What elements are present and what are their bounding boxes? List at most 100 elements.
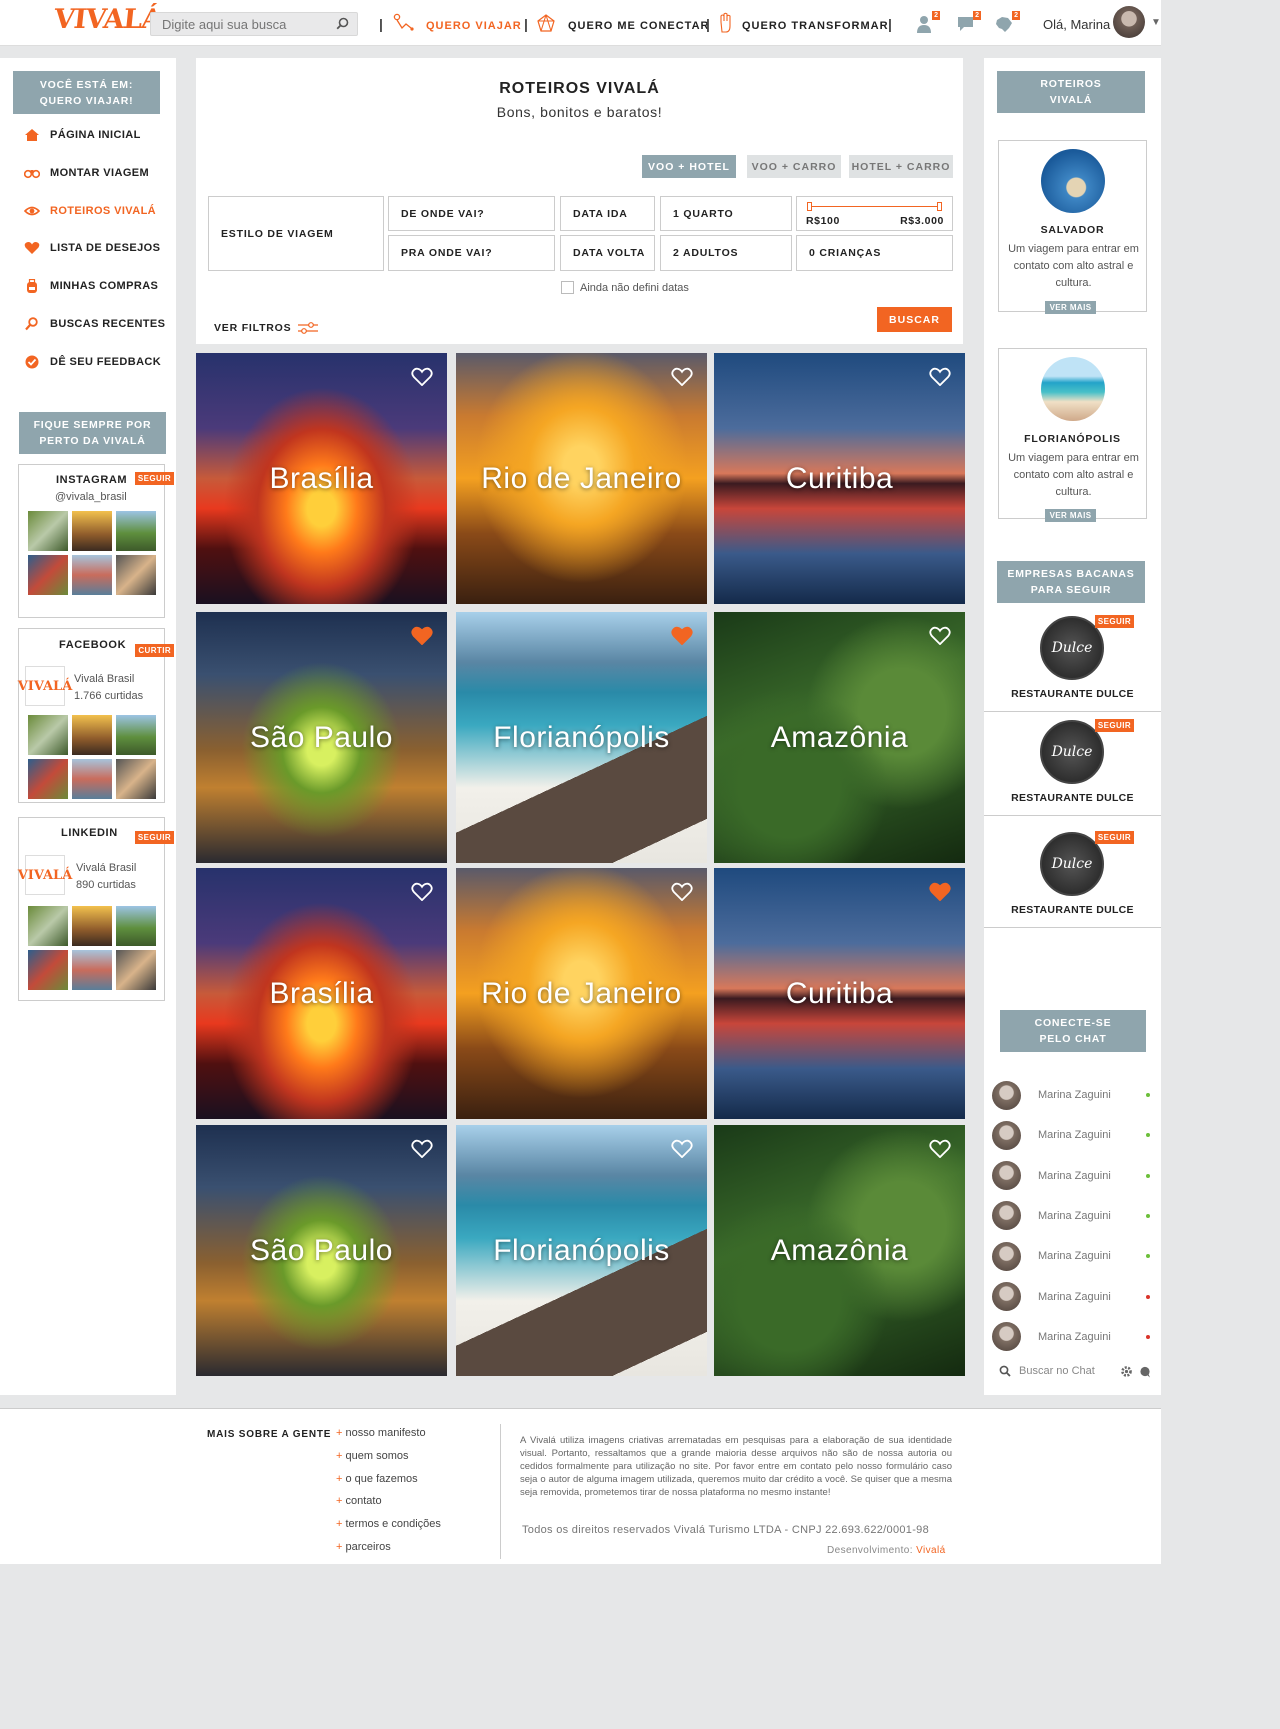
linkedin-page-name[interactable]: Vivalá Brasil bbox=[76, 860, 136, 877]
tab-voo-carro[interactable]: VOO + CARRO bbox=[747, 155, 841, 178]
destination-tile[interactable]: Brasília bbox=[196, 868, 447, 1119]
destination-tile[interactable]: Rio de Janeiro bbox=[456, 353, 707, 604]
heart-outline-icon[interactable] bbox=[929, 366, 951, 386]
filters-link[interactable]: VER FILTROS bbox=[214, 322, 319, 334]
heart-outline-icon[interactable] bbox=[929, 1138, 951, 1158]
sidebar-item-minhas-compras[interactable]: MINHAS COMPRAS bbox=[24, 279, 158, 293]
photo-thumbnail[interactable] bbox=[28, 906, 68, 946]
footer-link[interactable]: + nosso manifesto bbox=[336, 1427, 426, 1439]
chevron-down-icon[interactable]: ▼ bbox=[1151, 17, 1161, 28]
photo-thumbnail[interactable] bbox=[116, 950, 156, 990]
route-card-salvador[interactable]: SALVADOR Um viagem para entrar em contat… bbox=[998, 140, 1147, 314]
chat-search[interactable]: Buscar no Chat bbox=[999, 1365, 1095, 1377]
return-date-field[interactable]: DATA VOLTA bbox=[560, 235, 655, 271]
destination-tile[interactable]: Amazônia bbox=[714, 1125, 965, 1376]
photo-thumbnail[interactable] bbox=[72, 950, 112, 990]
footer-link[interactable]: + termos e condições bbox=[336, 1518, 441, 1530]
chat-user-row[interactable]: Marina Zaguini bbox=[992, 1320, 1152, 1354]
destination-tile[interactable]: Curitiba bbox=[714, 868, 965, 1119]
facebook-page-name[interactable]: Vivalá Brasil bbox=[74, 671, 134, 688]
chat-user-row[interactable]: Marina Zaguini bbox=[992, 1199, 1152, 1233]
sidebar-item-lista-de-desejos[interactable]: LISTA DE DESEJOS bbox=[24, 241, 160, 255]
photo-thumbnail[interactable] bbox=[28, 555, 68, 595]
nav-quero-viajar[interactable]: QUERO VIAJAR bbox=[426, 20, 522, 32]
photo-thumbnail[interactable] bbox=[116, 511, 156, 551]
photo-thumbnail[interactable] bbox=[116, 555, 156, 595]
photo-thumbnail[interactable] bbox=[72, 759, 112, 799]
travel-style-field[interactable]: ESTILO DE VIAGEM bbox=[208, 196, 384, 271]
photo-thumbnail[interactable] bbox=[72, 906, 112, 946]
destination-tile[interactable]: Florianópolis bbox=[456, 1125, 707, 1376]
destination-tile[interactable]: São Paulo bbox=[196, 1125, 447, 1376]
heart-filled-icon[interactable] bbox=[671, 625, 693, 645]
company-card[interactable]: Dulce SEGUIR RESTAURANTE DULCE bbox=[984, 608, 1161, 712]
ver-mais-button[interactable]: VER MAIS bbox=[1045, 509, 1096, 522]
slider-handle-min[interactable] bbox=[807, 202, 812, 211]
heart-outline-icon[interactable] bbox=[929, 625, 951, 645]
company-card[interactable]: Dulce SEGUIR RESTAURANTE DULCE bbox=[984, 712, 1161, 816]
sidebar-item-montar-viagem[interactable]: MONTAR VIAGEM bbox=[24, 166, 149, 180]
heart-outline-icon[interactable] bbox=[671, 1138, 693, 1158]
linkedin-follow-button[interactable]: SEGUIR bbox=[134, 831, 174, 844]
search-input[interactable] bbox=[151, 13, 331, 35]
destination-tile[interactable]: Curitiba bbox=[714, 353, 965, 604]
route-card-florianopolis[interactable]: FLORIANÓPOLIS Um viagem para entrar em c… bbox=[998, 348, 1147, 522]
slider-handle-max[interactable] bbox=[937, 202, 942, 211]
destination-tile[interactable]: São Paulo bbox=[196, 612, 447, 863]
search-box[interactable] bbox=[150, 12, 358, 36]
chat-user-row[interactable]: Marina Zaguini bbox=[992, 1159, 1152, 1193]
photo-thumbnail[interactable] bbox=[28, 759, 68, 799]
sidebar-item-pagina-inicial[interactable]: PÁGINA INICIAL bbox=[24, 128, 141, 142]
no-dates-checkbox[interactable]: Ainda não defini datas bbox=[561, 281, 689, 294]
photo-thumbnail[interactable] bbox=[28, 511, 68, 551]
gear-icon[interactable] bbox=[1120, 1365, 1133, 1378]
messages-notification[interactable]: 2 bbox=[957, 11, 981, 39]
company-follow-button[interactable]: SEGUIR bbox=[1094, 615, 1134, 628]
heart-outline-icon[interactable] bbox=[411, 366, 433, 386]
heart-outline-icon[interactable] bbox=[411, 1138, 433, 1158]
avatar[interactable] bbox=[1113, 6, 1145, 38]
chat-bubble-icon[interactable] bbox=[1139, 1366, 1151, 1378]
photo-thumbnail[interactable] bbox=[116, 759, 156, 799]
heart-outline-icon[interactable] bbox=[671, 366, 693, 386]
rooms-field[interactable]: 1 QUARTO bbox=[660, 196, 792, 231]
adults-field[interactable]: 2 ADULTOS bbox=[660, 235, 792, 271]
search-button[interactable]: BUSCAR bbox=[877, 307, 952, 332]
facebook-like-button[interactable]: CURTIR bbox=[135, 644, 174, 657]
footer-link[interactable]: + quem somos bbox=[336, 1450, 408, 1462]
footer-link[interactable]: + parceiros bbox=[336, 1541, 391, 1553]
photo-thumbnail[interactable] bbox=[116, 715, 156, 755]
instagram-follow-button[interactable]: SEGUIR bbox=[134, 472, 174, 485]
tab-voo-hotel[interactable]: VOO + HOTEL bbox=[642, 155, 736, 178]
photo-thumbnail[interactable] bbox=[28, 715, 68, 755]
chat-user-row[interactable]: Marina Zaguini bbox=[992, 1280, 1152, 1314]
company-follow-button[interactable]: SEGUIR bbox=[1094, 719, 1134, 732]
destination-tile[interactable]: Amazônia bbox=[714, 612, 965, 863]
photo-thumbnail[interactable] bbox=[72, 555, 112, 595]
tab-hotel-carro[interactable]: HOTEL + CARRO bbox=[849, 155, 953, 178]
chat-user-row[interactable]: Marina Zaguini bbox=[992, 1118, 1152, 1152]
destination-tile[interactable]: Brasília bbox=[196, 353, 447, 604]
photo-thumbnail[interactable] bbox=[72, 715, 112, 755]
instagram-handle[interactable]: @vivala_brasil bbox=[55, 489, 127, 506]
photo-thumbnail[interactable] bbox=[28, 950, 68, 990]
children-field[interactable]: 0 CRIANÇAS bbox=[796, 235, 953, 271]
sidebar-item-feedback[interactable]: DÊ SEU FEEDBACK bbox=[24, 355, 161, 369]
footer-link[interactable]: + contato bbox=[336, 1495, 382, 1507]
destination-field[interactable]: PRA ONDE VAI? bbox=[388, 235, 555, 271]
heart-outline-icon[interactable] bbox=[411, 881, 433, 901]
vivala-logo[interactable]: VIVALÁ bbox=[52, 4, 163, 35]
photo-thumbnail[interactable] bbox=[116, 906, 156, 946]
chat-user-row[interactable]: Marina Zaguini bbox=[992, 1078, 1152, 1112]
destination-tile[interactable]: Rio de Janeiro bbox=[456, 868, 707, 1119]
photo-thumbnail[interactable] bbox=[72, 511, 112, 551]
checkbox-box[interactable] bbox=[561, 281, 574, 294]
sidebar-item-buscas-recentes[interactable]: BUSCAS RECENTES bbox=[24, 317, 165, 331]
departure-date-field[interactable]: DATA IDA bbox=[560, 196, 655, 231]
developer-name[interactable]: Vivalá bbox=[916, 1545, 945, 1556]
sidebar-item-roteiros-vivala[interactable]: ROTEIROS VIVALÁ bbox=[24, 204, 156, 218]
footer-link[interactable]: + o que fazemos bbox=[336, 1473, 418, 1485]
company-card[interactable]: Dulce SEGUIR RESTAURANTE DULCE bbox=[984, 824, 1161, 928]
destination-tile[interactable]: Florianópolis bbox=[456, 612, 707, 863]
nav-quero-me-conectar[interactable]: QUERO ME CONECTAR bbox=[568, 20, 709, 32]
